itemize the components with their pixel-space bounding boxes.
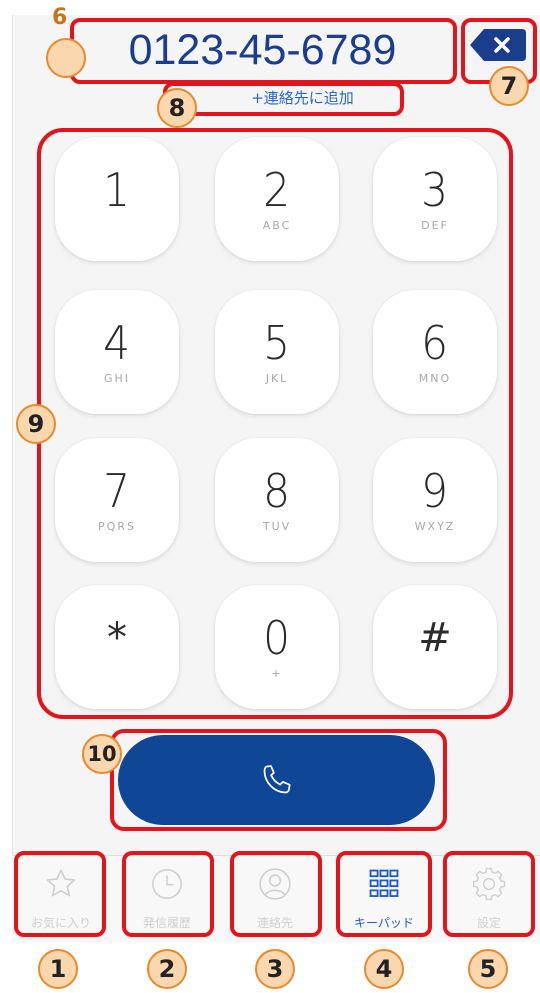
- call-button[interactable]: [118, 735, 435, 825]
- key-letters: DEF: [421, 219, 449, 232]
- key-digit: 3: [421, 163, 449, 217]
- key-digit: 5: [263, 316, 291, 370]
- tab-settings[interactable]: 設定: [446, 856, 532, 940]
- badge-10: 10: [82, 734, 122, 774]
- phone-number-display: 0123-45-6789: [128, 25, 397, 74]
- badge-9: 9: [16, 404, 56, 444]
- tab-label: お気に入り: [30, 916, 91, 930]
- key-letters: GHI: [103, 372, 131, 385]
- tab-favorites[interactable]: お気に入り: [14, 856, 108, 940]
- key-4[interactable]: 4 GHI: [55, 290, 179, 414]
- key-digit: 8: [263, 464, 291, 518]
- key-1[interactable]: 1: [55, 137, 179, 261]
- tab-label: 連絡先: [256, 916, 293, 930]
- key-letters: JKL: [265, 372, 289, 385]
- badge-5: 5: [468, 949, 508, 989]
- key-letters: TUV: [262, 520, 292, 533]
- key-letters: ABC: [262, 219, 292, 232]
- badge-6: 6: [52, 5, 68, 30]
- backspace-x-icon: [470, 29, 526, 61]
- badge-4: 4: [364, 949, 404, 989]
- key-digit: 6: [421, 316, 449, 370]
- key-digit: #: [418, 615, 452, 661]
- key-digit: 1: [103, 163, 131, 217]
- badge-7: 7: [489, 66, 529, 106]
- key-3[interactable]: 3 DEF: [373, 137, 497, 261]
- key-digit: 4: [103, 316, 131, 370]
- clock-icon: [150, 864, 184, 904]
- tab-contacts[interactable]: 連絡先: [230, 856, 320, 940]
- key-letters: +: [271, 667, 283, 680]
- backspace-button[interactable]: [470, 29, 526, 61]
- key-letters: MNO: [418, 372, 452, 385]
- tab-label: 設定: [476, 916, 501, 930]
- key-2[interactable]: 2 ABC: [215, 137, 339, 261]
- key-letters: WXYZ: [414, 520, 456, 533]
- key-letters: PQRS: [98, 520, 136, 533]
- badge-2: 2: [147, 949, 187, 989]
- key-6[interactable]: 6 MNO: [373, 290, 497, 414]
- badge-6-circle: [46, 38, 86, 78]
- key-5[interactable]: 5 JKL: [215, 290, 339, 414]
- key-7[interactable]: 7 PQRS: [55, 438, 179, 562]
- tab-label: キーパッド: [354, 916, 414, 930]
- badge-8: 8: [157, 88, 197, 128]
- key-digit: 2: [263, 163, 291, 217]
- key-0[interactable]: 0 +: [215, 585, 339, 709]
- badge-1: 1: [38, 949, 78, 989]
- phone-handset-icon: [263, 765, 291, 794]
- key-8[interactable]: 8 TUV: [215, 438, 339, 562]
- key-digit: 9: [421, 464, 449, 518]
- tab-call-history[interactable]: 発信履歴: [120, 856, 214, 940]
- tab-label: 発信履歴: [142, 916, 191, 930]
- person-icon: [258, 864, 292, 904]
- star-icon: [43, 864, 79, 904]
- badge-3: 3: [255, 949, 295, 989]
- tab-keypad[interactable]: キーパッド: [334, 856, 434, 940]
- key-digit: *: [107, 615, 127, 661]
- gear-icon: [472, 864, 506, 904]
- key-digit: 7: [103, 464, 131, 518]
- key-star[interactable]: *: [55, 585, 179, 709]
- key-9[interactable]: 9 WXYZ: [373, 438, 497, 562]
- keypad-grid-icon: [367, 864, 401, 904]
- key-digit: 0: [263, 611, 291, 665]
- key-hash[interactable]: #: [373, 585, 497, 709]
- add-to-contacts-link[interactable]: +連絡先に追加: [205, 85, 400, 109]
